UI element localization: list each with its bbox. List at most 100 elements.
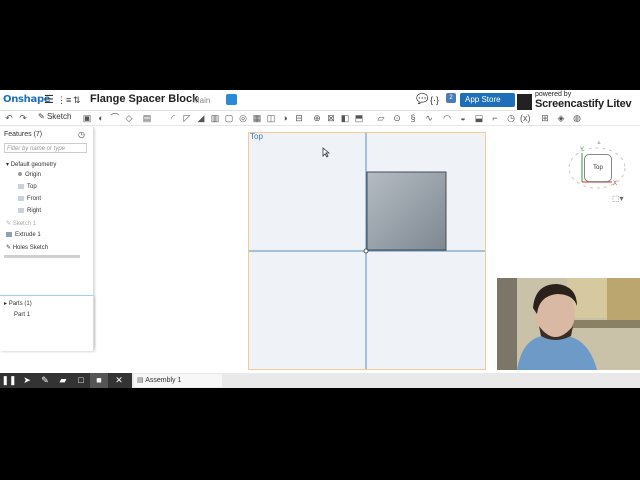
rectangle-tool-icon[interactable]: □ — [72, 373, 90, 388]
pattern-icon[interactable]: ▦ — [252, 113, 262, 123]
pen-icon[interactable]: ✎ — [36, 373, 54, 388]
feature-item[interactable]: Top — [18, 184, 37, 190]
feature-list-icon[interactable]: ⋮≡ — [57, 94, 71, 106]
sketch-icon: ✎ — [6, 245, 12, 251]
move-face-icon[interactable]: ⬒ — [354, 113, 364, 123]
sweep-icon[interactable]: ⌒ — [110, 113, 120, 123]
helix-icon[interactable]: § — [408, 113, 418, 123]
plane-icon[interactable]: ▱ — [376, 113, 386, 123]
feature-label: Extrude 1 — [15, 232, 41, 239]
feature-label: Top — [27, 184, 37, 191]
comment-icon[interactable]: 💬 — [416, 94, 428, 106]
plane-icon — [18, 208, 24, 213]
feature-label: Holes Sketch — [12, 245, 49, 251]
transform-icon[interactable]: ⊕ — [312, 113, 322, 123]
highlighter-icon[interactable]: ▰ — [54, 373, 72, 388]
assembly-icon: ▤ — [137, 377, 144, 384]
branch-label[interactable]: Main — [193, 96, 210, 105]
modify-fillet-icon[interactable]: ◧ — [340, 113, 350, 123]
sketch-label: Sketch — [46, 112, 72, 121]
boolean-icon[interactable]: ◑ — [280, 113, 290, 123]
notification-badge[interactable]: 2 — [446, 93, 456, 103]
menu-icon[interactable]: ☰ — [44, 94, 54, 106]
draft-icon[interactable]: ◢ — [196, 113, 206, 123]
plane-icon — [18, 184, 24, 189]
loft-icon[interactable]: ◇ — [124, 113, 134, 123]
app-store-button[interactable]: App Store — [460, 93, 506, 107]
tab-assembly[interactable]: ▤ Assembly 1 — [134, 374, 222, 387]
graphics-viewport[interactable] — [248, 132, 486, 370]
fill-icon[interactable]: ◒ — [458, 113, 468, 123]
surface-icon[interactable]: ◠ — [442, 113, 452, 123]
view-options-icon[interactable]: ⬚▾ — [612, 194, 624, 203]
curve-icon[interactable]: ∿ — [424, 113, 434, 123]
webcam-video — [497, 278, 640, 370]
fillet-icon[interactable]: ◜ — [168, 113, 178, 123]
feature-item[interactable]: Right — [18, 208, 41, 214]
tab-label: Assembly 1 — [145, 377, 182, 384]
sort-icon[interactable]: ⇅ — [73, 94, 81, 106]
flange-icon[interactable]: ⌐ — [490, 113, 500, 123]
svg-text:X: X — [613, 181, 617, 187]
sketch-button[interactable]: ✎ Sketch — [38, 112, 71, 121]
feature-item[interactable]: ▾ Default geometry — [6, 161, 56, 168]
part-item[interactable]: Part 1 — [14, 312, 30, 318]
rollback-bar[interactable] — [4, 255, 80, 258]
variable-icon[interactable]: (x) — [520, 113, 531, 123]
camera-icon[interactable]: ■ — [90, 373, 108, 388]
thicken-icon[interactable]: ▤ — [142, 113, 152, 123]
feature-label: Front — [27, 196, 42, 203]
parts-title[interactable]: ▸ Parts (1) — [4, 300, 32, 307]
custom-feature-icon[interactable]: ⊞ — [540, 113, 550, 123]
document-title[interactable]: Flange Spacer Block — [90, 93, 198, 105]
feature-label: Right — [27, 208, 42, 215]
render-icon[interactable]: ◍ — [572, 113, 582, 123]
parts-title-label: Parts (1) — [8, 301, 32, 307]
recording-controls: ❚❚ ➤ ✎ ▰ □ ■ ✕ — [0, 373, 132, 388]
powered-by-label: powered by — [535, 91, 572, 98]
extrude-icon[interactable]: ▣ — [82, 113, 92, 123]
sheet-metal-icon[interactable]: ⬓ — [474, 113, 484, 123]
undo-icon[interactable]: ↶ — [4, 113, 14, 123]
plane-icon — [18, 196, 24, 201]
share-button[interactable] — [503, 93, 515, 107]
sketch-canvas — [249, 133, 485, 369]
sketch-origin-point — [363, 248, 369, 254]
version-icon[interactable] — [226, 94, 237, 105]
pause-icon[interactable]: ❚❚ — [0, 373, 18, 388]
redo-icon[interactable]: ↷ — [18, 113, 28, 123]
feature-label: Origin — [25, 172, 42, 178]
hole-icon[interactable]: ◎ — [238, 113, 248, 123]
shell-icon[interactable]: ▢ — [224, 113, 234, 123]
bottom-bar: ❚❚ ➤ ✎ ▰ □ ■ ✕ ▤ Assembly 1 — [0, 373, 640, 388]
feature-toolbar: ↶ ↷ ✎ Sketch ▣ ◐ ⌒ ◇ ▤ ◜ ◸ ◢ ▥ ▢ ◎ ▦ ◫ ◑… — [0, 111, 640, 126]
screencastify-brand: Screencastify Litev — [535, 98, 632, 110]
display-icon[interactable]: ◈ — [556, 113, 566, 123]
feature-filter-input[interactable]: Filter by name or type — [4, 143, 87, 153]
revolve-icon[interactable]: ◐ — [96, 113, 106, 123]
extrude-icon — [6, 232, 12, 237]
film-icon — [517, 94, 532, 110]
mouse-cursor — [322, 147, 330, 158]
cursor-tool-icon[interactable]: ➤ — [18, 373, 36, 388]
code-icon[interactable]: {·} — [430, 94, 439, 106]
delete-part-icon[interactable]: ⊠ — [326, 113, 336, 123]
rib-icon[interactable]: ▥ — [210, 113, 220, 123]
split-icon[interactable]: ⊟ — [294, 113, 304, 123]
mate-connector-icon[interactable]: ⊙ — [392, 113, 402, 123]
feature-item[interactable]: ✎ Holes Sketch — [6, 244, 48, 251]
sketch-icon: ✎ — [6, 221, 12, 227]
close-icon[interactable]: ✕ — [110, 373, 128, 388]
feature-item[interactable]: Front — [18, 196, 41, 202]
screencastify-watermark: powered by Screencastify Litev — [516, 91, 640, 113]
feature-item[interactable]: ✎ Sketch 1 — [6, 220, 36, 227]
part-face — [366, 171, 447, 251]
feature-item[interactable]: Extrude 1 — [6, 232, 41, 238]
features-title: Features (7) — [4, 131, 43, 138]
feature-item[interactable]: Origin — [18, 172, 41, 178]
view-cube-face[interactable]: Top — [584, 154, 612, 182]
mirror-icon[interactable]: ◫ — [266, 113, 276, 123]
measure-icon[interactable]: ◷ — [506, 113, 516, 123]
chamfer-icon[interactable]: ◸ — [182, 113, 192, 123]
history-icon[interactable]: ◷ — [78, 130, 85, 139]
